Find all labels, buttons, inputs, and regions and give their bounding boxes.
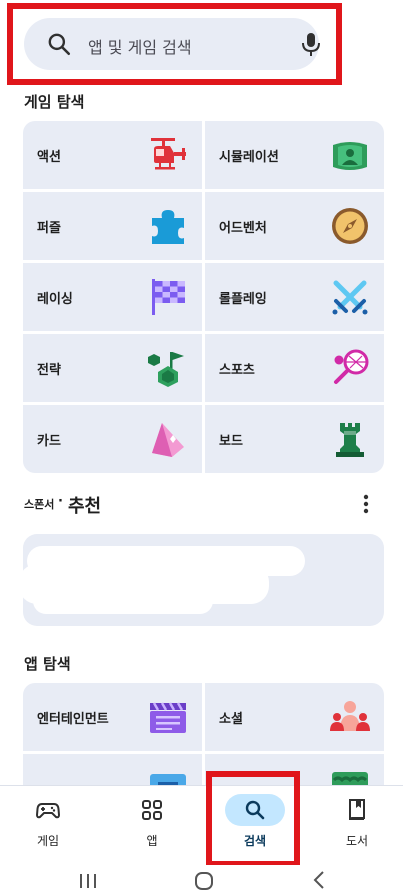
sponsored-title: 추천 — [68, 496, 102, 517]
category-tile-simulation[interactable]: 시뮬레이션 — [205, 121, 384, 189]
book-icon — [349, 799, 365, 821]
category-label: 엔터테인먼트 — [37, 712, 109, 727]
card-tent-icon — [152, 423, 184, 457]
bottom-navigation: 게임 앱 검색 도서 — [0, 785, 403, 865]
nav-label: 앱 — [146, 834, 158, 848]
apps-grid-icon — [142, 800, 162, 820]
category-tile-racing[interactable]: 레이싱 — [23, 263, 202, 331]
category-label: 스포츠 — [219, 363, 255, 378]
apps-section-title: 앱 탐색 — [24, 655, 71, 673]
category-tile-strategy[interactable]: 전략 — [23, 334, 202, 402]
checkered-flag-icon — [152, 279, 185, 315]
search-tab-highlight-box — [206, 771, 300, 867]
tennis-racket-icon — [334, 349, 369, 384]
category-label: 레이싱 — [37, 292, 73, 307]
sponsored-header: 스폰서 · 추천 — [24, 492, 384, 517]
category-tile-sports[interactable]: 스포츠 — [205, 334, 384, 402]
system-navigation-bar — [0, 865, 403, 896]
category-tile-entertainment[interactable]: 엔터테인먼트 — [23, 683, 202, 751]
nav-tab-games[interactable]: 게임 — [0, 786, 98, 866]
category-label: 롤플레잉 — [219, 292, 267, 307]
crossed-swords-icon — [332, 280, 368, 315]
search-bar[interactable]: 앱 및 게임 검색 — [24, 18, 322, 70]
back-icon[interactable] — [310, 870, 330, 890]
category-label: 전략 — [37, 363, 61, 378]
strategy-flag-icon — [148, 352, 184, 387]
redacted-blob — [33, 588, 213, 614]
category-label: 보드 — [219, 434, 243, 449]
category-label: 액션 — [37, 150, 61, 165]
more-options-icon[interactable] — [356, 494, 376, 514]
home-icon[interactable] — [193, 870, 215, 892]
chess-rook-icon — [336, 423, 364, 457]
category-label: 퍼즐 — [37, 221, 61, 236]
category-label: 시뮬레이션 — [219, 150, 279, 165]
recent-apps-icon[interactable] — [78, 871, 98, 891]
category-tile-social[interactable]: 소셜 — [205, 683, 384, 751]
category-tile-action[interactable]: 액션 — [23, 121, 202, 189]
id-card-icon — [150, 774, 186, 785]
category-tile-partial[interactable] — [23, 754, 202, 785]
helicopter-icon — [151, 138, 186, 170]
category-tile-roleplaying[interactable]: 롤플레잉 — [205, 263, 384, 331]
nav-label: 게임 — [36, 834, 60, 848]
category-label: 카드 — [37, 434, 61, 449]
clapperboard-icon — [150, 702, 186, 733]
green-app-icon — [332, 772, 368, 785]
category-label: 어드벤처 — [219, 221, 267, 236]
simulation-icon — [333, 142, 367, 170]
category-tile-card[interactable]: 카드 — [23, 405, 202, 473]
gamepad-icon — [36, 803, 60, 819]
search-icon — [48, 33, 71, 56]
apps-category-grid: 엔터테인먼트 소셜 — [23, 683, 384, 785]
sponsored-label: 스폰서 — [24, 498, 55, 511]
microphone-icon[interactable] — [300, 31, 322, 57]
games-section-title: 게임 탐색 — [24, 93, 85, 111]
nav-label: 도서 — [345, 834, 369, 848]
category-tile-board[interactable]: 보드 — [205, 405, 384, 473]
category-tile-adventure[interactable]: 어드벤처 — [205, 192, 384, 260]
sponsored-separator: · — [58, 494, 63, 509]
puzzle-piece-icon — [152, 210, 184, 244]
sponsored-card-redacted[interactable] — [23, 534, 384, 626]
search-placeholder[interactable]: 앱 및 게임 검색 — [88, 34, 192, 58]
nav-tab-apps[interactable]: 앱 — [102, 786, 202, 866]
people-icon — [330, 701, 370, 731]
compass-icon — [332, 208, 368, 244]
nav-tab-books[interactable]: 도서 — [307, 786, 403, 866]
category-label: 소셜 — [219, 712, 243, 727]
category-tile-puzzle[interactable]: 퍼즐 — [23, 192, 202, 260]
